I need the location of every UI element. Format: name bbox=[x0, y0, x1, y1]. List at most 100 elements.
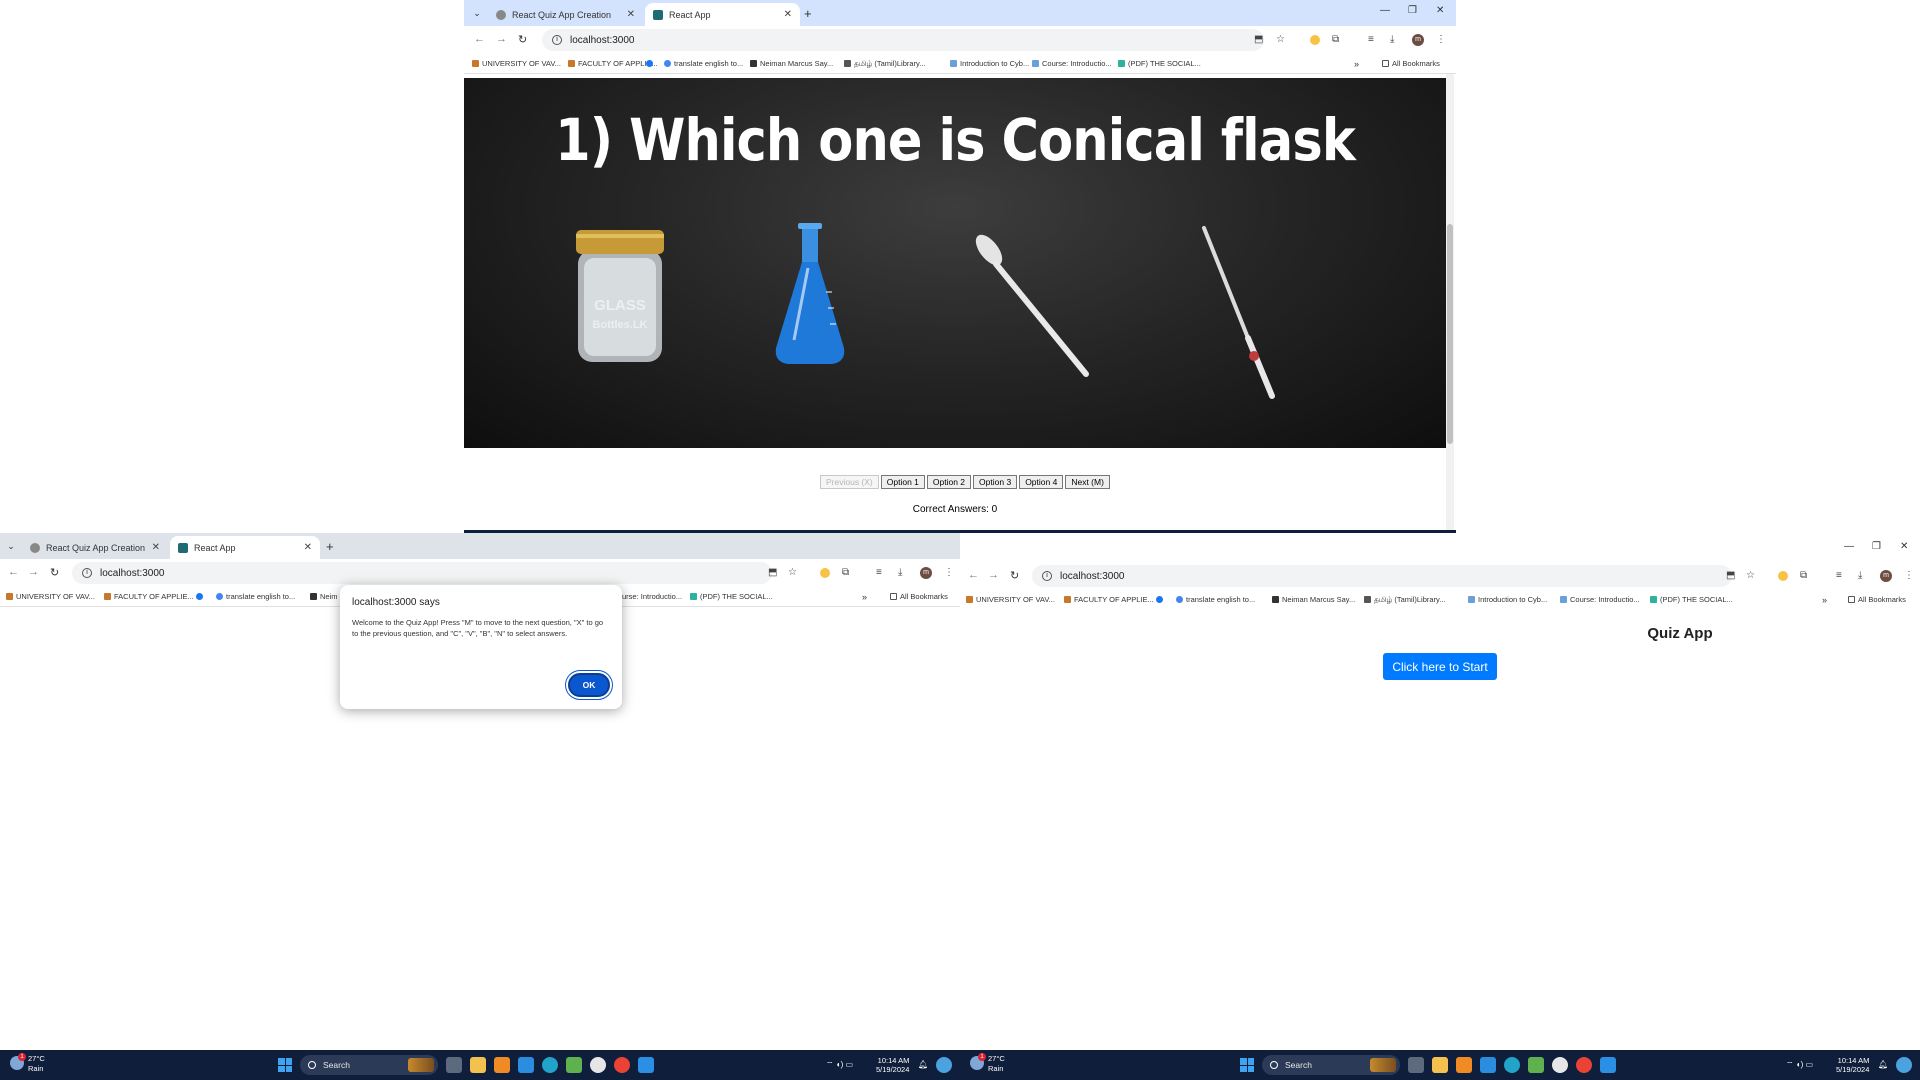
menu-kebab-icon[interactable]: ⋮ bbox=[1904, 570, 1914, 581]
bookmark-item[interactable]: (PDF) THE SOCIAL... bbox=[690, 592, 773, 601]
task-view-icon[interactable] bbox=[1408, 1057, 1424, 1073]
bookmark-item[interactable]: UNIVERSITY OF VAV... bbox=[966, 595, 1055, 604]
clock[interactable]: 10:14 AM5/19/2024 bbox=[876, 1056, 909, 1074]
new-tab-icon[interactable]: + bbox=[326, 539, 334, 554]
more-bookmarks-icon[interactable]: » bbox=[1354, 59, 1359, 69]
reload-icon[interactable]: ↻ bbox=[1010, 569, 1019, 582]
vlc-icon[interactable] bbox=[1456, 1057, 1472, 1073]
close-window-icon[interactable]: ✕ bbox=[1436, 5, 1444, 16]
bookmark-item[interactable]: தமிழ் (Tamil)Library... bbox=[1364, 595, 1446, 605]
option-4-button[interactable]: Option 4 bbox=[1019, 475, 1064, 489]
extension-icon[interactable] bbox=[1310, 35, 1320, 45]
option-1-button[interactable]: Option 1 bbox=[880, 475, 925, 489]
tab-react-quiz-app-creation[interactable]: React Quiz App Creation ✕ bbox=[488, 3, 643, 26]
profile-avatar[interactable]: m bbox=[1412, 34, 1424, 46]
address-bar[interactable]: i localhost:3000 bbox=[1032, 565, 1732, 587]
remote-desktop-icon[interactable] bbox=[1480, 1057, 1496, 1073]
forward-icon[interactable]: → bbox=[496, 33, 507, 45]
previous-button[interactable]: Previous (X) bbox=[820, 475, 879, 489]
download-icon[interactable]: ⤓ bbox=[1390, 34, 1394, 45]
site-info-icon[interactable]: i bbox=[1042, 571, 1052, 581]
network-volume-battery-icons[interactable]: ⌔ ◖) ▭ bbox=[1786, 1060, 1813, 1070]
install-app-icon[interactable]: ⬒ bbox=[768, 567, 777, 578]
profile-avatar[interactable]: m bbox=[1880, 570, 1892, 582]
bookmark-item[interactable]: translate english to... bbox=[216, 592, 295, 601]
address-bar[interactable]: i localhost:3000 bbox=[542, 29, 1264, 51]
copilot-icon[interactable] bbox=[936, 1057, 952, 1073]
bookmark-item[interactable]: (PDF) THE SOCIAL... bbox=[1650, 595, 1733, 604]
new-tab-icon[interactable]: + bbox=[804, 6, 812, 21]
windows-start-icon[interactable] bbox=[278, 1058, 292, 1072]
close-window-icon[interactable]: ✕ bbox=[1900, 541, 1908, 552]
address-bar[interactable]: i localhost:3000 bbox=[72, 562, 772, 584]
chrome-icon[interactable] bbox=[614, 1057, 630, 1073]
back-icon[interactable]: ← bbox=[8, 566, 19, 578]
taskbar-search[interactable]: Search bbox=[1262, 1055, 1400, 1075]
edge-icon[interactable] bbox=[542, 1057, 558, 1073]
network-volume-battery-icons[interactable]: ⌔ ◖) ▭ bbox=[826, 1060, 853, 1070]
clock[interactable]: 10:14 AM5/19/2024 bbox=[1836, 1056, 1869, 1074]
bookmark-item[interactable]: Neim bbox=[310, 592, 338, 601]
weather-widget[interactable]: 1 27°C Rain bbox=[970, 1053, 1005, 1074]
close-tab-icon[interactable]: ✕ bbox=[784, 9, 792, 20]
taskbar-search[interactable]: Search bbox=[300, 1055, 438, 1075]
github-desktop-icon[interactable] bbox=[1552, 1057, 1568, 1073]
facebook-bookmark-icon[interactable] bbox=[1156, 595, 1166, 604]
all-bookmarks-button[interactable]: All Bookmarks bbox=[1848, 595, 1906, 604]
close-tab-icon[interactable]: ✕ bbox=[152, 542, 160, 553]
bookmark-item[interactable]: FACULTY OF APPLIE... bbox=[1064, 595, 1154, 604]
weather-widget[interactable]: 1 27°C Rain bbox=[10, 1053, 45, 1074]
restore-icon[interactable]: ❐ bbox=[1408, 5, 1417, 16]
forward-icon[interactable]: → bbox=[28, 566, 39, 578]
close-tab-icon[interactable]: ✕ bbox=[304, 542, 312, 553]
tab-search-chevron-icon[interactable]: ⌄ bbox=[4, 539, 18, 553]
install-app-icon[interactable]: ⬒ bbox=[1726, 570, 1735, 581]
media-icon[interactable]: ≡ bbox=[876, 567, 882, 578]
bookmark-item[interactable]: Neiman Marcus Say... bbox=[750, 59, 833, 68]
file-explorer-icon[interactable] bbox=[1432, 1057, 1448, 1073]
media-icon[interactable]: ≡ bbox=[1368, 34, 1374, 45]
bookmark-star-icon[interactable]: ☆ bbox=[1276, 34, 1285, 45]
reload-icon[interactable]: ↻ bbox=[518, 33, 527, 46]
next-button[interactable]: Next (M) bbox=[1065, 475, 1110, 489]
bookmark-item[interactable]: FACULTY OF APPLIE... bbox=[568, 59, 658, 68]
extension-icon[interactable] bbox=[1778, 571, 1788, 581]
bookmark-item[interactable]: Course: Introductio... bbox=[1032, 59, 1112, 68]
extensions-puzzle-icon[interactable]: ⧉ bbox=[1332, 34, 1339, 45]
minimize-icon[interactable]: — bbox=[1380, 5, 1390, 16]
anaconda-icon[interactable] bbox=[566, 1057, 582, 1073]
option-2-button[interactable]: Option 2 bbox=[926, 475, 972, 489]
bookmark-item[interactable]: UNIVERSITY OF VAV... bbox=[472, 59, 561, 68]
extension-icon[interactable] bbox=[820, 568, 830, 578]
file-explorer-icon[interactable] bbox=[470, 1057, 486, 1073]
bookmark-star-icon[interactable]: ☆ bbox=[1746, 570, 1755, 581]
bookmark-item[interactable]: urse: Introductio... bbox=[622, 592, 682, 601]
profile-avatar[interactable]: m bbox=[920, 567, 932, 579]
ok-button[interactable]: OK bbox=[568, 673, 610, 697]
site-info-icon[interactable]: i bbox=[552, 35, 562, 45]
restore-icon[interactable]: ❐ bbox=[1872, 541, 1881, 552]
anaconda-icon[interactable] bbox=[1528, 1057, 1544, 1073]
start-button[interactable]: Click here to Start bbox=[1383, 653, 1497, 680]
bookmark-item[interactable]: FACULTY OF APPLIE... bbox=[104, 592, 194, 601]
tab-search-chevron-icon[interactable]: ⌄ bbox=[470, 6, 484, 20]
more-bookmarks-icon[interactable]: » bbox=[862, 592, 867, 602]
extensions-puzzle-icon[interactable]: ⧉ bbox=[842, 567, 849, 578]
task-view-icon[interactable] bbox=[446, 1057, 462, 1073]
page-scrollbar[interactable] bbox=[1446, 74, 1454, 530]
facebook-bookmark-icon[interactable] bbox=[646, 59, 656, 68]
vlc-icon[interactable] bbox=[494, 1057, 510, 1073]
close-tab-icon[interactable]: ✕ bbox=[627, 9, 635, 20]
menu-kebab-icon[interactable]: ⋮ bbox=[944, 567, 954, 578]
chrome-icon[interactable] bbox=[1576, 1057, 1592, 1073]
tab-react-app[interactable]: React App ✕ bbox=[645, 3, 800, 26]
minimize-icon[interactable]: — bbox=[1844, 541, 1854, 552]
extensions-puzzle-icon[interactable]: ⧉ bbox=[1800, 570, 1807, 581]
bookmark-item[interactable]: Introduction to Cyb... bbox=[950, 59, 1029, 68]
option-3-button[interactable]: Option 3 bbox=[973, 475, 1018, 489]
more-bookmarks-icon[interactable]: » bbox=[1822, 595, 1827, 605]
tab-react-quiz-app-creation[interactable]: React Quiz App Creation ✕ bbox=[22, 536, 168, 559]
site-info-icon[interactable]: i bbox=[82, 568, 92, 578]
tab-react-app[interactable]: React App ✕ bbox=[170, 536, 320, 559]
github-desktop-icon[interactable] bbox=[590, 1057, 606, 1073]
